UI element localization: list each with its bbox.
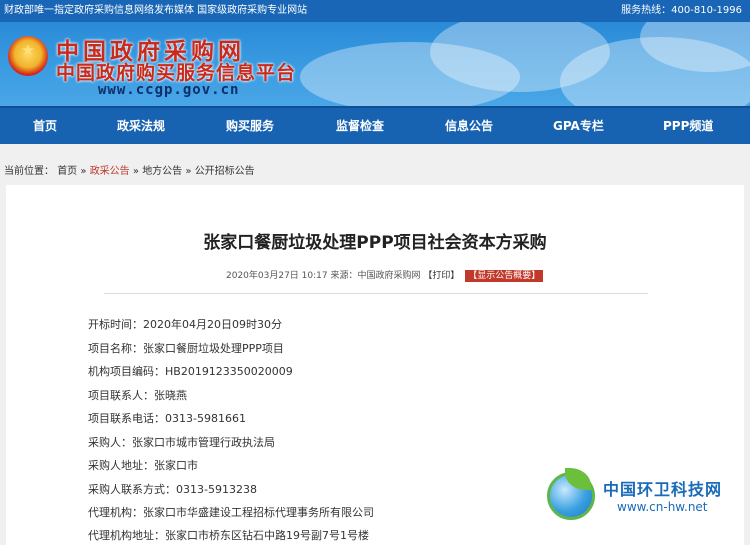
breadcrumb-separator: » bbox=[80, 166, 87, 177]
main-nav: 首页 政采法规 购买服务 监督检查 信息公告 GPA专栏 PPP频道 bbox=[0, 106, 750, 144]
nav-item-home[interactable]: 首页 bbox=[33, 108, 57, 144]
field-label: 代理机构地址： bbox=[88, 529, 165, 542]
site-logo-subtitle: 中国政府购买服务信息平台 bbox=[56, 62, 297, 84]
field-label: 项目联系电话： bbox=[88, 412, 165, 425]
field-label: 代理机构： bbox=[88, 506, 143, 519]
article-title: 张家口餐厨垃圾处理PPP项目社会资本方采购 bbox=[203, 233, 547, 253]
breadcrumb-item-gov-announcements[interactable]: 政采公告 bbox=[90, 166, 130, 177]
national-emblem-icon: ★ bbox=[8, 36, 48, 76]
nav-item-regulations[interactable]: 政采法规 bbox=[117, 108, 165, 144]
nav-item-ppp[interactable]: PPP频道 bbox=[663, 108, 713, 144]
show-summary-button[interactable]: 【显示公告概要】 bbox=[465, 270, 544, 282]
article-meta: 2020年03月27日 10:17 来源：中国政府采购网 【打印】 【显示公告概… bbox=[226, 268, 544, 282]
nav-item-gpa[interactable]: GPA专栏 bbox=[553, 108, 604, 144]
field-value: 张家口餐厨垃圾处理PPP项目 bbox=[143, 342, 284, 355]
field-value: 张家口市华盛建设工程招标代理事务所有限公司 bbox=[143, 506, 374, 519]
field-label: 项目联系人： bbox=[88, 389, 154, 402]
field-value: 张家口市 bbox=[154, 459, 198, 472]
field-value: 0313-5913238 bbox=[176, 483, 257, 496]
field-value: 张晓燕 bbox=[154, 389, 187, 402]
field-value: 2020年04月20日09时30分 bbox=[143, 318, 282, 331]
breadcrumb-item-public-tender[interactable]: 公开招标公告 bbox=[195, 166, 255, 177]
watermark-name: 中国环卫科技网 bbox=[603, 480, 723, 499]
field-row: 开标时间：2020年04月20日09时30分 bbox=[88, 316, 282, 332]
field-label: 项目名称： bbox=[88, 342, 143, 355]
nav-item-announcements[interactable]: 信息公告 bbox=[445, 108, 493, 144]
publish-date: 2020年03月27日 10:17 bbox=[226, 271, 328, 281]
breadcrumb-separator: » bbox=[185, 166, 192, 177]
field-value: 张家口市城市管理行政执法局 bbox=[132, 436, 275, 449]
field-label: 采购人地址： bbox=[88, 459, 154, 472]
breadcrumb-separator: » bbox=[132, 166, 139, 177]
field-row: 代理机构地址：张家口市桥东区钻石中路19号副7号1号楼 bbox=[88, 527, 369, 543]
field-row: 采购人联系方式：0313-5913238 bbox=[88, 481, 257, 497]
field-row: 采购人地址：张家口市 bbox=[88, 457, 198, 473]
nav-item-supervision[interactable]: 监督检查 bbox=[336, 108, 384, 144]
cn-hw-watermark: 中国环卫科技网 www.cn-hw.net bbox=[545, 468, 750, 538]
source-label: 来源： bbox=[330, 271, 358, 281]
field-row: 项目联系人：张晓燕 bbox=[88, 387, 187, 403]
watermark-url: www.cn-hw.net bbox=[617, 500, 708, 514]
title-divider bbox=[104, 293, 648, 294]
field-label: 开标时间： bbox=[88, 318, 143, 331]
site-slogan: 财政部唯一指定政府采购信息网络发布媒体 国家级政府采购专业网站 bbox=[4, 5, 308, 16]
breadcrumb-item-local-announcements[interactable]: 地方公告 bbox=[142, 166, 182, 177]
field-value: 0313-5981661 bbox=[165, 412, 246, 425]
source-name: 中国政府采购网 bbox=[357, 271, 421, 281]
breadcrumb-item-home[interactable]: 首页 bbox=[57, 166, 77, 177]
field-value: 张家口市桥东区钻石中路19号副7号1号楼 bbox=[165, 529, 369, 542]
field-label: 采购人联系方式： bbox=[88, 483, 176, 496]
service-hotline: 服务热线：400-810-1996 bbox=[621, 5, 742, 16]
nav-item-purchase-services[interactable]: 购买服务 bbox=[226, 108, 274, 144]
breadcrumb-prefix: 当前位置： bbox=[4, 166, 54, 177]
field-value: HB2019123350020009 bbox=[165, 365, 293, 378]
print-link[interactable]: 【打印】 bbox=[423, 271, 459, 281]
breadcrumb: 当前位置： 首页 » 政采公告 » 地方公告 » 公开招标公告 bbox=[4, 162, 255, 177]
site-banner: ★ 中国政府采购网 中国政府购买服务信息平台 www.ccgp.gov.cn bbox=[0, 22, 750, 106]
top-info-bar: 财政部唯一指定政府采购信息网络发布媒体 国家级政府采购专业网站 服务热线：400… bbox=[0, 0, 750, 22]
field-row: 采购人：张家口市城市管理行政执法局 bbox=[88, 434, 275, 450]
field-row: 机构项目编码：HB2019123350020009 bbox=[88, 363, 293, 379]
field-row: 项目名称：张家口餐厨垃圾处理PPP项目 bbox=[88, 340, 284, 356]
field-label: 采购人： bbox=[88, 436, 132, 449]
site-url: www.ccgp.gov.cn bbox=[98, 82, 240, 98]
field-row: 代理机构：张家口市华盛建设工程招标代理事务所有限公司 bbox=[88, 504, 374, 520]
field-label: 机构项目编码： bbox=[88, 365, 165, 378]
field-row: 项目联系电话：0313-5981661 bbox=[88, 410, 246, 426]
